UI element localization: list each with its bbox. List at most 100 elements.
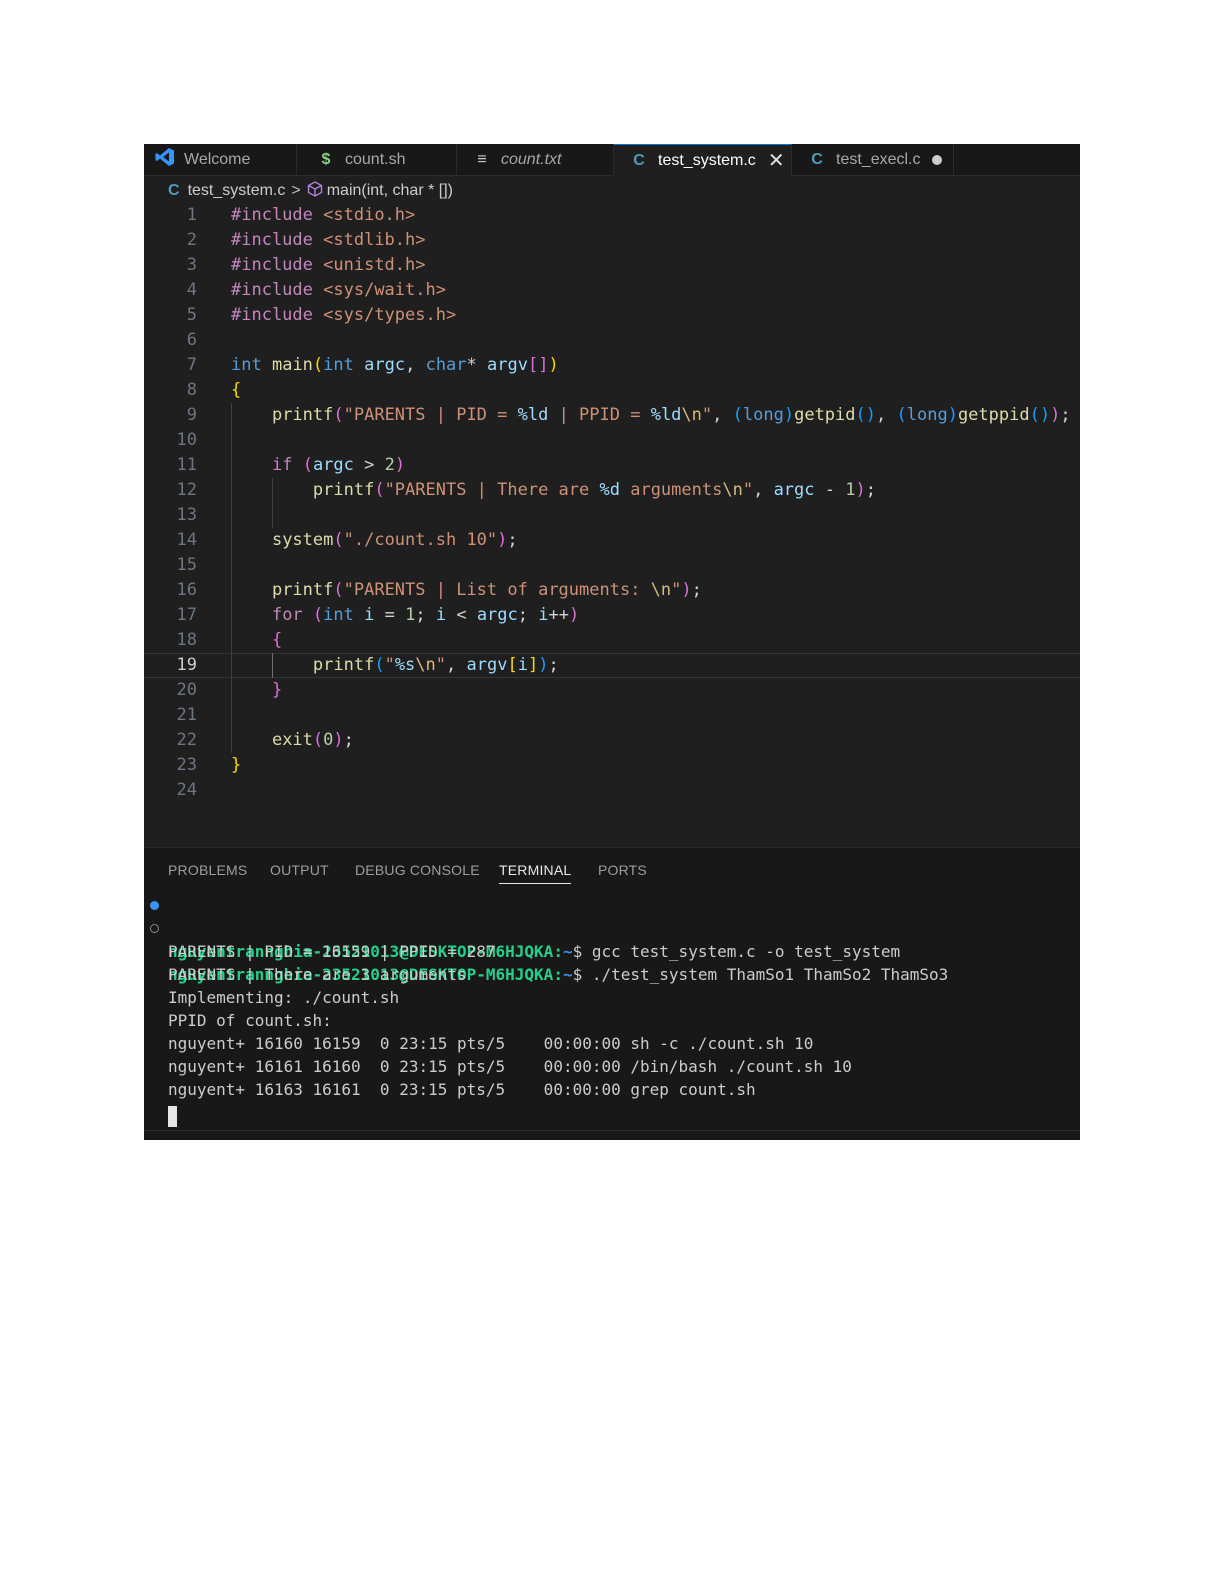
line-code: printf("PARENTS | List of arguments: \n"… (271, 580, 702, 600)
code-line[interactable]: 7 int main(int argc, char* argv[]) (144, 353, 1080, 378)
line-number: 18 (176, 630, 197, 650)
tab-ports[interactable]: PORTS (598, 862, 647, 878)
code-line[interactable]: 14 system("./count.sh 10"); (144, 528, 1080, 553)
line-code: { (271, 630, 283, 650)
tab-count-sh[interactable]: $ count.sh (297, 144, 457, 175)
code-line[interactable]: 21 (144, 703, 1080, 728)
line-number: 7 (186, 355, 197, 375)
code-line[interactable]: 22 exit(0); (144, 728, 1080, 753)
line-code: printf("PARENTS | PID = %ld | PPID = %ld… (271, 405, 1071, 425)
c-file-icon: C (811, 150, 823, 168)
editor-window: Welcome $ count.sh ≡ count.txt C test_sy… (144, 144, 1080, 1140)
line-number: 11 (176, 455, 197, 475)
breadcrumb-file[interactable]: test_system.c (188, 182, 286, 200)
code-line[interactable]: 10 (144, 428, 1080, 453)
line-code: #include <sys/wait.h> (231, 280, 446, 300)
command-running-icon[interactable] (150, 924, 159, 933)
code-line[interactable]: 12 printf("PARENTS | There are %d argume… (144, 478, 1080, 503)
tab-label: Welcome (184, 150, 251, 168)
text-lines-icon: ≡ (477, 150, 487, 168)
line-number: 14 (176, 530, 197, 550)
dollar-icon: $ (321, 150, 331, 168)
line-code: #include <sys/types.h> (231, 305, 457, 325)
line-code: printf("PARENTS | There are %d arguments… (312, 480, 876, 500)
line-code: for (int i = 1; i < argc; i++) (271, 605, 580, 625)
tab-test-system-c[interactable]: C test_system.c ✕ (614, 144, 792, 176)
tab-debug-console[interactable]: DEBUG CONSOLE (355, 862, 480, 878)
line-number: 9 (186, 405, 197, 425)
line-code: } (231, 755, 242, 775)
line-number: 22 (176, 730, 197, 750)
code-editor[interactable]: 1 #include <stdio.h> 2 #include <stdlib.h>… (144, 203, 1080, 803)
bottom-panel: PROBLEMS OUTPUT DEBUG CONSOLE TERMINAL P… (144, 847, 1080, 1140)
code-line[interactable]: 24 (144, 778, 1080, 803)
line-number: 16 (176, 580, 197, 600)
code-line[interactable]: 18 { (144, 628, 1080, 653)
code-line-current[interactable]: 19 printf("%s\n", argv[i]); (144, 653, 1080, 678)
line-code: system("./count.sh 10"); (271, 530, 518, 550)
terminal-output-line: nguyent+ 16160 16159 0 23:15 pts/5 00:00… (168, 1034, 814, 1053)
vscode-logo-icon (154, 147, 176, 172)
code-line[interactable]: 8{ (144, 378, 1080, 403)
tab-label: test_system.c (658, 151, 756, 169)
terminal-input-line[interactable] (144, 1101, 1080, 1131)
terminal-cursor (168, 1106, 177, 1127)
tab-label: count.sh (345, 150, 406, 168)
close-icon[interactable]: ✕ (768, 148, 785, 173)
tab-welcome[interactable]: Welcome (144, 144, 297, 175)
code-line[interactable]: 15 (144, 553, 1080, 578)
tab-problems[interactable]: PROBLEMS (168, 862, 247, 878)
line-number: 20 (176, 680, 197, 700)
unsaved-dot-icon[interactable] (932, 154, 943, 165)
panel-divider (144, 1130, 1080, 1131)
indent-guide (231, 428, 232, 453)
terminal[interactable]: nguyentrannghia-23521013@DESKTOP-M6HJQKA… (144, 894, 1080, 1131)
c-file-icon: C (633, 151, 645, 169)
code-line[interactable]: 3 #include <unistd.h> (144, 253, 1080, 278)
line-code: exit(0); (271, 730, 354, 750)
code-line[interactable]: 6 (144, 328, 1080, 353)
code-line[interactable]: 2 #include <stdlib.h> (144, 228, 1080, 253)
code-line[interactable]: 9 printf("PARENTS | PID = %ld | PPID = %… (144, 403, 1080, 428)
c-file-icon: C (168, 182, 180, 199)
line-number: 2 (186, 230, 197, 250)
line-number: 19 (176, 655, 197, 675)
indent-guide (231, 553, 232, 578)
line-code: { (231, 380, 242, 400)
tab-label: count.txt (501, 150, 562, 168)
tab-test-execl-c[interactable]: C test_execl.c (792, 144, 954, 175)
terminal-output-line: PPID of count.sh: (168, 1011, 332, 1030)
command-success-icon[interactable] (150, 901, 159, 910)
code-line[interactable]: 4 #include <sys/wait.h> (144, 278, 1080, 303)
cube-symbol-icon (307, 180, 323, 202)
line-number: 6 (186, 330, 197, 350)
line-number: 17 (176, 605, 197, 625)
line-code: if (argc > 2) (271, 455, 406, 475)
terminal-output-line: PARENTS | PID = 16159 | PPID = 287 (168, 942, 496, 961)
tab-output[interactable]: OUTPUT (270, 862, 329, 878)
tab-count-txt[interactable]: ≡ count.txt (457, 144, 614, 175)
terminal-output-line: Implementing: ./count.sh (168, 988, 400, 1007)
code-line[interactable]: 1 #include <stdio.h> (144, 203, 1080, 228)
indent-guide (231, 503, 232, 528)
terminal-output-line: PARENTS | There are 3 arguments (168, 965, 467, 984)
line-code: #include <stdlib.h> (231, 230, 426, 250)
tab-terminal[interactable]: TERMINAL (499, 862, 572, 884)
line-number: 13 (176, 505, 197, 525)
terminal-command-line: nguyentrannghia-23521013@DESKTOP-M6HJQKA… (144, 917, 1080, 984)
code-line[interactable]: 16 printf("PARENTS | List of arguments: … (144, 578, 1080, 603)
code-line[interactable]: 23} (144, 753, 1080, 778)
tab-label: test_execl.c (836, 150, 921, 168)
code-line[interactable]: 13 (144, 503, 1080, 528)
indent-guide (272, 503, 273, 528)
breadcrumb-symbol[interactable]: main(int, char * []) (327, 182, 453, 200)
code-line[interactable]: 5 #include <sys/types.h> (144, 303, 1080, 328)
indent-guide (231, 703, 232, 728)
code-line[interactable]: 20 } (144, 678, 1080, 703)
line-number: 24 (176, 780, 197, 800)
chevron-right-icon: > (291, 182, 301, 199)
code-line[interactable]: 11 if (argc > 2) (144, 453, 1080, 478)
code-line[interactable]: 17 for (int i = 1; i < argc; i++) (144, 603, 1080, 628)
line-code: #include <stdio.h> (231, 205, 416, 225)
line-code: int main(int argc, char* argv[]) (231, 355, 559, 375)
